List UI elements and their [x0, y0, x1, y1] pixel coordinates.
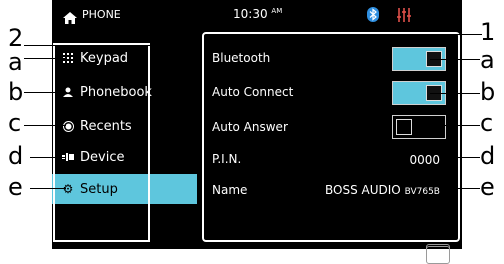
callout-left-a: a [8, 48, 23, 76]
callout-line-left-b [24, 92, 66, 93]
home-icon[interactable] [63, 9, 77, 28]
name-value-main: BOSS AUDIO [325, 183, 401, 197]
pin-value[interactable]: 0000 [409, 153, 440, 167]
auto-answer-label: Auto Answer [212, 120, 288, 134]
clock-time: 10:30 [233, 7, 268, 21]
callout-right-a: a [480, 46, 495, 74]
callout-line-right-c [430, 125, 480, 126]
bluetooth-icon [367, 7, 379, 26]
callout-1: 1 [480, 18, 496, 46]
callout-line-2 [24, 45, 150, 46]
callout-left-d: d [8, 142, 24, 170]
callout-line-right-e [452, 188, 480, 189]
callout-right-e: e [480, 173, 495, 201]
callout-line-left-c [24, 125, 66, 126]
name-value[interactable]: BOSS AUDIO BV765B [325, 183, 440, 197]
callout-left-e: e [8, 173, 23, 201]
callout-left-c: c [8, 109, 22, 137]
scroll-down-chevron-final[interactable] [426, 244, 450, 264]
auto-connect-label: Auto Connect [212, 85, 294, 99]
callout-line-right-d [452, 157, 480, 158]
callout-line-left-d [30, 157, 66, 158]
name-value-model: BV765B [404, 187, 440, 197]
phone-title: PHONE [82, 8, 121, 21]
callout-line-left-a [24, 58, 66, 59]
pin-label: P.I.N. [212, 152, 242, 166]
sidebar-frame [53, 43, 150, 242]
callout-line-left-e [30, 188, 66, 189]
callout-left-b: b [8, 78, 24, 106]
callout-line-right-a [430, 59, 480, 60]
callout-line-1 [430, 34, 482, 35]
auto-answer-toggle[interactable] [392, 115, 446, 139]
equalizer-icon[interactable] [396, 7, 412, 26]
clock-ampm: AM [271, 7, 283, 15]
callout-line-right-b [430, 93, 480, 94]
bluetooth-label: Bluetooth [212, 51, 271, 65]
callout-right-b: b [480, 78, 496, 106]
toggle-knob [396, 119, 412, 135]
callout-2: 2 [8, 24, 24, 52]
callout-right-c: c [480, 109, 494, 137]
callout-right-d: d [480, 142, 496, 170]
clock: 10:30 AM [233, 7, 282, 21]
name-label: Name [212, 183, 248, 197]
